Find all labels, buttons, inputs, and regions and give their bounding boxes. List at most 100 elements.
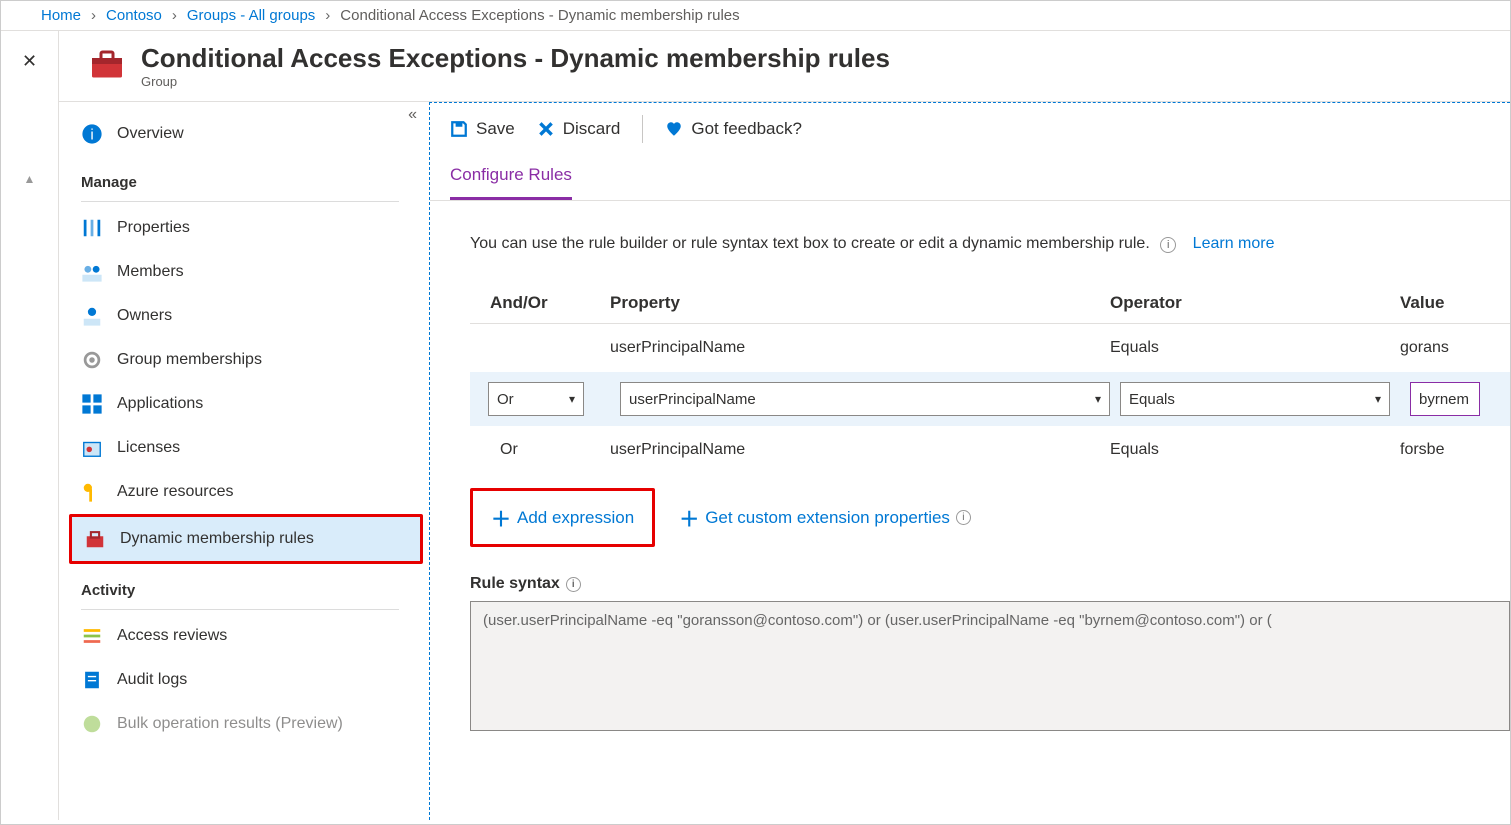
rule-row: userPrincipalName Equals gorans bbox=[470, 324, 1510, 372]
sidebar-item-members[interactable]: Members bbox=[69, 250, 429, 294]
learn-more-link[interactable]: Learn more bbox=[1193, 235, 1275, 252]
scroll-up-icon[interactable]: ▲ bbox=[24, 172, 36, 186]
rule-row: Or userPrincipalName Equals forsbe bbox=[470, 426, 1510, 474]
sidebar-label: Applications bbox=[117, 395, 203, 413]
sidebar-label: Audit logs bbox=[117, 671, 187, 689]
discard-button[interactable]: Discard bbox=[537, 119, 621, 139]
gear-icon bbox=[81, 349, 103, 371]
sliders-icon bbox=[81, 217, 103, 239]
breadcrumb-home[interactable]: Home bbox=[41, 7, 81, 24]
heart-icon bbox=[665, 120, 683, 138]
info-icon: i bbox=[81, 123, 103, 145]
breadcrumb: Home › Contoso › Groups - All groups › C… bbox=[1, 1, 1510, 31]
value-input[interactable]: byrnem bbox=[1410, 382, 1480, 416]
info-icon[interactable]: i bbox=[956, 510, 971, 525]
page-header: Conditional Access Exceptions - Dynamic … bbox=[59, 31, 1510, 102]
divider bbox=[642, 115, 643, 143]
add-expression-button[interactable]: ＋ Add expression bbox=[481, 495, 644, 540]
col-andor: And/Or bbox=[470, 293, 610, 313]
sidebar-label: Licenses bbox=[117, 439, 180, 457]
info-icon[interactable]: i bbox=[566, 577, 581, 592]
sidebar-item-properties[interactable]: Properties bbox=[69, 206, 429, 250]
collapse-sidebar-icon[interactable]: « bbox=[408, 106, 417, 124]
chevron-down-icon: ▾ bbox=[1375, 392, 1381, 406]
briefcase-icon bbox=[89, 49, 125, 79]
sidebar-item-dynamic-rules[interactable]: Dynamic membership rules bbox=[72, 517, 420, 561]
rule-syntax-textbox[interactable]: (user.userPrincipalName -eq "goransson@c… bbox=[470, 601, 1510, 731]
chevron-right-icon: › bbox=[91, 7, 96, 24]
intro-text: You can use the rule builder or rule syn… bbox=[470, 235, 1510, 253]
breadcrumb-tenant[interactable]: Contoso bbox=[106, 7, 162, 24]
feedback-button[interactable]: Got feedback? bbox=[665, 119, 802, 139]
checklist-icon bbox=[81, 625, 103, 647]
tab-row: Configure Rules bbox=[430, 155, 1510, 201]
plus-icon: ＋ bbox=[679, 503, 699, 532]
sidebar-label: Group memberships bbox=[117, 351, 262, 369]
plus-icon: ＋ bbox=[491, 503, 511, 532]
discard-label: Discard bbox=[563, 119, 621, 139]
rule-row-editable: Or▾ userPrincipalName▾ Equals▾ bbox=[470, 372, 1510, 426]
tab-configure-rules[interactable]: Configure Rules bbox=[450, 155, 572, 200]
sidebar-section-activity: Activity bbox=[69, 564, 429, 607]
save-label: Save bbox=[476, 119, 515, 139]
cell-property: userPrincipalName bbox=[610, 441, 1110, 459]
sidebar-label: Properties bbox=[117, 219, 190, 237]
chevron-down-icon: ▾ bbox=[1095, 392, 1101, 406]
sidebar-item-audit-logs[interactable]: Audit logs bbox=[69, 658, 429, 702]
info-icon[interactable]: i bbox=[1160, 237, 1176, 253]
toolbox-icon bbox=[84, 528, 106, 550]
col-property: Property bbox=[610, 293, 1110, 313]
rule-syntax-label: Rule syntax i bbox=[470, 575, 1510, 593]
sidebar-label: Members bbox=[117, 263, 184, 281]
sidebar-item-applications[interactable]: Applications bbox=[69, 382, 429, 426]
left-gutter: ✕ ▲ bbox=[1, 31, 59, 820]
breadcrumb-groups[interactable]: Groups - All groups bbox=[187, 7, 315, 24]
owners-icon bbox=[81, 305, 103, 327]
sidebar-label: Dynamic membership rules bbox=[120, 530, 314, 548]
breadcrumb-current: Conditional Access Exceptions - Dynamic … bbox=[340, 7, 739, 24]
chevron-down-icon: ▾ bbox=[569, 392, 575, 406]
sidebar-label: Bulk operation results (Preview) bbox=[117, 715, 343, 733]
sidebar-item-bulk-results[interactable]: Bulk operation results (Preview) bbox=[69, 702, 429, 746]
x-icon bbox=[537, 120, 555, 138]
get-custom-properties-button[interactable]: ＋ Get custom extension properties i bbox=[669, 495, 981, 540]
col-value: Value bbox=[1400, 293, 1510, 313]
sidebar-item-azure-resources[interactable]: Azure resources bbox=[69, 470, 429, 514]
sidebar-item-group-memberships[interactable]: Group memberships bbox=[69, 338, 429, 382]
operator-dropdown[interactable]: Equals▾ bbox=[1120, 382, 1390, 416]
sidebar-label: Azure resources bbox=[117, 483, 234, 501]
cell-operator: Equals bbox=[1110, 339, 1400, 357]
sidebar-nav: « i Overview Manage Properties Members bbox=[59, 102, 429, 820]
sidebar-label: Overview bbox=[117, 125, 184, 143]
sidebar-label: Owners bbox=[117, 307, 172, 325]
sidebar-item-licenses[interactable]: Licenses bbox=[69, 426, 429, 470]
sidebar-item-owners[interactable]: Owners bbox=[69, 294, 429, 338]
sidebar-section-manage: Manage bbox=[69, 156, 429, 199]
table-header: And/Or Property Operator Value bbox=[470, 283, 1510, 324]
bulk-icon bbox=[81, 713, 103, 735]
cell-operator: Equals bbox=[1110, 441, 1400, 459]
toolbar: Save Discard Got feedback? bbox=[430, 103, 1510, 155]
close-icon[interactable]: ✕ bbox=[22, 51, 37, 72]
logs-icon bbox=[81, 669, 103, 691]
save-button[interactable]: Save bbox=[450, 119, 515, 139]
sidebar-label: Access reviews bbox=[117, 627, 227, 645]
save-icon bbox=[450, 120, 468, 138]
rule-table: And/Or Property Operator Value userPrinc… bbox=[470, 283, 1510, 474]
cell-value: forsbe bbox=[1400, 441, 1510, 459]
page-subtitle: Group bbox=[141, 74, 890, 89]
page-title: Conditional Access Exceptions - Dynamic … bbox=[141, 43, 890, 74]
property-dropdown[interactable]: userPrincipalName▾ bbox=[620, 382, 1110, 416]
cell-value: gorans bbox=[1400, 339, 1510, 357]
feedback-label: Got feedback? bbox=[691, 119, 802, 139]
chevron-right-icon: › bbox=[325, 7, 330, 24]
col-operator: Operator bbox=[1110, 293, 1400, 313]
apps-icon bbox=[81, 393, 103, 415]
cell-property: userPrincipalName bbox=[610, 339, 1110, 357]
sidebar-item-access-reviews[interactable]: Access reviews bbox=[69, 614, 429, 658]
chevron-right-icon: › bbox=[172, 7, 177, 24]
andor-dropdown[interactable]: Or▾ bbox=[488, 382, 584, 416]
key-icon bbox=[81, 481, 103, 503]
cell-andor: Or bbox=[470, 441, 610, 459]
sidebar-item-overview[interactable]: i Overview bbox=[69, 112, 429, 156]
